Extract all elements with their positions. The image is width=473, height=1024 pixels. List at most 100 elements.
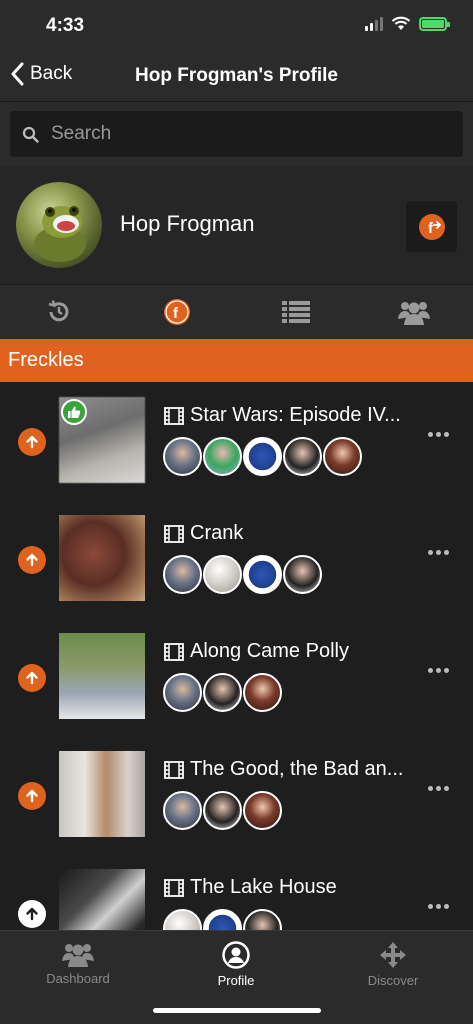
tab-dashboard-label: Dashboard — [46, 971, 110, 986]
frog-avatar-image — [34, 206, 86, 262]
upvote-button[interactable] — [18, 782, 46, 810]
friend-avatar[interactable] — [203, 909, 242, 930]
tab-history[interactable] — [0, 285, 118, 339]
poster-thumbnail[interactable] — [59, 869, 145, 930]
poster-thumbnail[interactable] — [59, 515, 145, 601]
friend-avatar[interactable] — [203, 791, 242, 830]
upvote-button[interactable] — [18, 900, 46, 928]
friend-avatars — [163, 437, 362, 476]
list-item[interactable]: Along Came Polly — [0, 618, 473, 736]
friend-avatars — [163, 555, 322, 594]
film-icon — [164, 760, 184, 779]
friend-avatar[interactable] — [203, 555, 242, 594]
item-title[interactable]: Crank — [164, 522, 243, 545]
friend-avatar[interactable] — [203, 437, 242, 476]
item-title[interactable]: The Lake House — [164, 876, 337, 899]
battery-icon — [419, 16, 450, 31]
home-indicator — [153, 1008, 321, 1013]
friend-avatar[interactable] — [163, 555, 202, 594]
move-arrows-icon — [380, 942, 406, 968]
friend-avatar[interactable] — [243, 909, 282, 930]
list-icon — [281, 301, 310, 323]
friend-avatar[interactable] — [163, 909, 202, 930]
friend-avatar[interactable] — [203, 673, 242, 712]
item-title-text: Along Came Polly — [190, 640, 349, 662]
film-icon — [164, 642, 184, 661]
section-header: Freckles — [0, 339, 473, 382]
search-bar — [0, 102, 473, 166]
poster-thumbnail[interactable] — [59, 633, 145, 719]
dashboard-group-icon — [62, 944, 94, 967]
friend-avatar[interactable] — [243, 673, 282, 712]
friend-avatar[interactable] — [283, 437, 322, 476]
arrow-up-icon — [26, 907, 38, 921]
more-options-button[interactable] — [428, 550, 449, 555]
like-badge — [61, 399, 87, 425]
profile-icon — [222, 941, 250, 969]
arrow-up-icon — [26, 553, 38, 567]
tab-group[interactable] — [355, 285, 473, 339]
nav-bar: Back Hop Frogman's Profile — [0, 50, 473, 102]
search-input[interactable] — [51, 123, 431, 145]
freckles-list: Star Wars: Episode IV... Crank Along Cam… — [0, 382, 473, 930]
profile-name: Hop Frogman — [120, 211, 255, 236]
history-icon — [48, 300, 69, 322]
group-icon — [397, 302, 430, 325]
friend-avatar[interactable] — [243, 437, 282, 476]
friend-avatar[interactable] — [243, 555, 282, 594]
profile-tabs: f — [0, 285, 473, 339]
list-item[interactable]: Star Wars: Episode IV... — [0, 382, 473, 500]
friend-avatar[interactable] — [163, 673, 202, 712]
search-icon — [22, 126, 39, 143]
more-options-button[interactable] — [428, 786, 449, 791]
item-title[interactable]: Along Came Polly — [164, 640, 349, 663]
tab-profile[interactable]: Profile — [176, 941, 296, 988]
tab-profile-label: Profile — [217, 973, 255, 988]
item-title-text: The Good, the Bad an... — [190, 758, 404, 780]
friend-avatar[interactable] — [283, 555, 322, 594]
avatar[interactable] — [16, 182, 102, 268]
status-icons — [365, 16, 450, 31]
tab-dashboard[interactable]: Dashboard — [18, 941, 138, 986]
signal-icon — [365, 16, 383, 31]
more-options-button[interactable] — [428, 432, 449, 437]
tab-list[interactable] — [237, 285, 355, 339]
search-box[interactable] — [10, 111, 463, 157]
tab-freckles[interactable]: f — [118, 285, 236, 339]
upvote-button[interactable] — [18, 664, 46, 692]
friend-avatar[interactable] — [243, 791, 282, 830]
film-icon — [164, 878, 184, 897]
upvote-button[interactable] — [18, 546, 46, 574]
freckles-icon: f — [164, 299, 191, 325]
status-bar: 4:33 — [0, 0, 473, 50]
status-time: 4:33 — [46, 15, 85, 36]
thumbs-up-icon — [68, 406, 81, 418]
list-item[interactable]: Crank — [0, 500, 473, 618]
friend-avatar[interactable] — [163, 791, 202, 830]
list-item[interactable]: The Good, the Bad an... — [0, 736, 473, 854]
arrow-up-icon — [26, 671, 38, 685]
item-title-text: The Lake House — [190, 876, 337, 898]
film-icon — [164, 524, 184, 543]
arrow-up-icon — [26, 789, 38, 803]
item-title[interactable]: Star Wars: Episode IV... — [164, 404, 401, 427]
friend-avatars — [163, 673, 282, 712]
more-options-button[interactable] — [428, 904, 449, 909]
tab-discover[interactable]: Discover — [333, 941, 453, 988]
friend-avatar[interactable] — [323, 437, 362, 476]
friend-avatars — [163, 909, 282, 930]
item-title[interactable]: The Good, the Bad an... — [164, 758, 403, 781]
upvote-button[interactable] — [18, 428, 46, 456]
poster-thumbnail[interactable] — [59, 751, 145, 837]
profile-header: Hop Frogman f — [0, 166, 473, 284]
list-item[interactable]: The Lake House — [0, 854, 473, 930]
share-profile-button[interactable]: f — [406, 201, 457, 252]
more-options-button[interactable] — [428, 668, 449, 673]
page-title: Hop Frogman's Profile — [135, 65, 338, 86]
friend-avatars — [163, 791, 282, 830]
friend-avatar[interactable] — [163, 437, 202, 476]
film-icon — [164, 406, 184, 425]
arrow-up-icon — [26, 435, 38, 449]
freckles-share-icon: f — [418, 213, 445, 240]
item-title-text: Crank — [190, 522, 244, 544]
